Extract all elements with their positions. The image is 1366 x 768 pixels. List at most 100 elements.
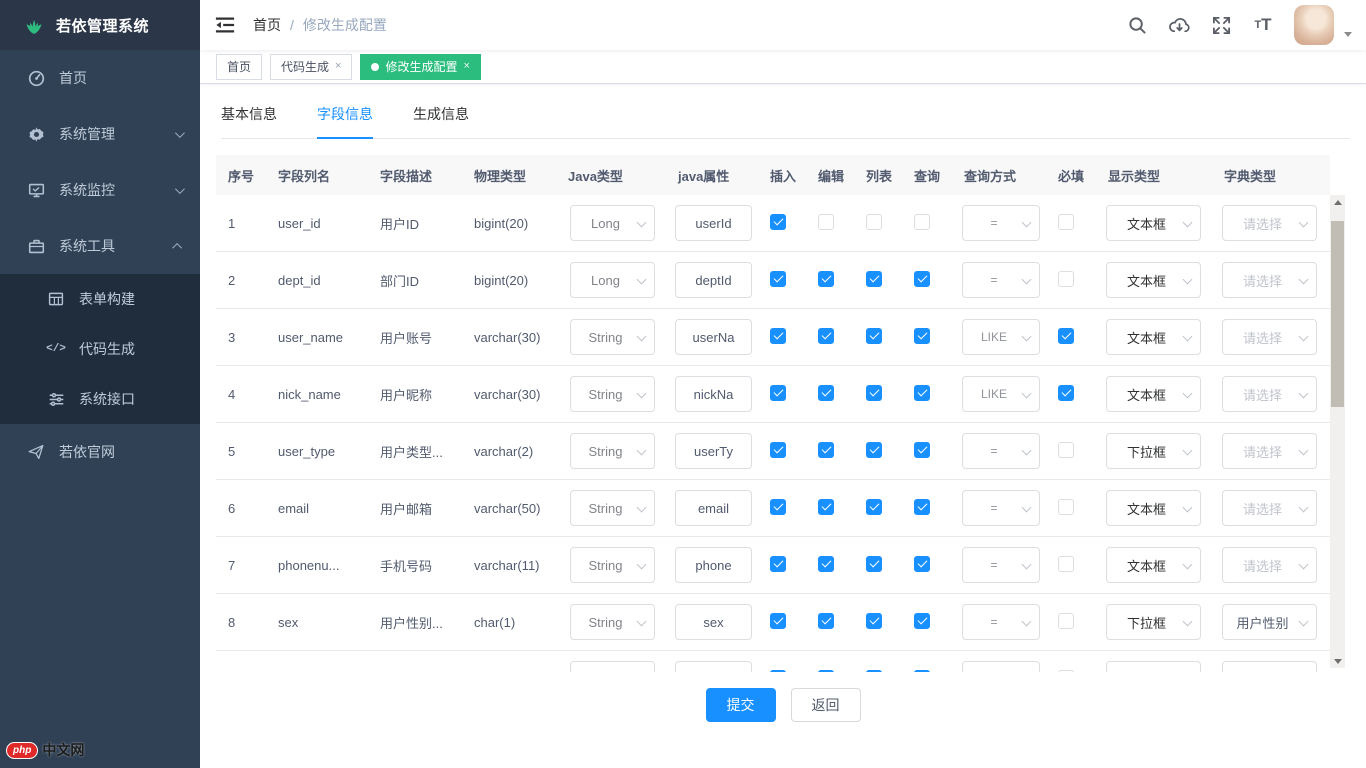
- html-type-select[interactable]: 文本框: [1106, 205, 1201, 241]
- java-field-input[interactable]: nickNa: [675, 376, 752, 412]
- java-field-input[interactable]: phone: [675, 547, 752, 583]
- sidebar-item-official-site[interactable]: 若依官网: [0, 424, 200, 480]
- dict-type-select[interactable]: [1222, 661, 1317, 672]
- sidebar-item-system-api[interactable]: 系统接口: [0, 374, 200, 424]
- java-type-select[interactable]: String: [570, 547, 655, 583]
- sidebar-item-system-monitor[interactable]: 系统监控: [0, 162, 200, 218]
- java-type-select[interactable]: String: [570, 376, 655, 412]
- required-checkbox[interactable]: [1058, 556, 1074, 572]
- java-field-input[interactable]: deptId: [675, 262, 752, 298]
- query-type-select[interactable]: [962, 661, 1040, 672]
- required-checkbox[interactable]: [1058, 442, 1074, 458]
- sidebar-item-form-builder[interactable]: 表单构建: [0, 274, 200, 324]
- required-checkbox[interactable]: [1058, 499, 1074, 515]
- edit-checkbox[interactable]: [818, 442, 834, 458]
- html-type-select[interactable]: 文本框: [1106, 547, 1201, 583]
- insert-checkbox[interactable]: [770, 271, 786, 287]
- list-checkbox[interactable]: [866, 613, 882, 629]
- html-type-select[interactable]: 文本框: [1106, 490, 1201, 526]
- insert-checkbox[interactable]: [770, 328, 786, 344]
- edit-checkbox[interactable]: [818, 499, 834, 515]
- search-icon[interactable]: [1120, 5, 1154, 45]
- html-type-select[interactable]: 文本框: [1106, 262, 1201, 298]
- dict-type-select[interactable]: 请选择: [1222, 490, 1317, 526]
- tag-edit-gen-config[interactable]: 修改生成配置 ×: [360, 54, 480, 80]
- list-checkbox[interactable]: [866, 271, 882, 287]
- query-type-select[interactable]: =: [962, 490, 1040, 526]
- java-field-input[interactable]: userNa: [675, 319, 752, 355]
- edit-checkbox[interactable]: [818, 613, 834, 629]
- html-type-select[interactable]: 下拉框: [1106, 604, 1201, 640]
- list-checkbox[interactable]: [866, 214, 882, 230]
- submit-button[interactable]: 提交: [706, 688, 776, 722]
- query-checkbox[interactable]: [914, 328, 930, 344]
- tag-code-generate[interactable]: 代码生成 ×: [270, 54, 352, 80]
- java-type-select[interactable]: Long: [570, 262, 655, 298]
- tab-field-info[interactable]: 字段信息: [317, 104, 373, 138]
- insert-checkbox[interactable]: [770, 670, 786, 673]
- edit-checkbox[interactable]: [818, 328, 834, 344]
- edit-checkbox[interactable]: [818, 214, 834, 230]
- list-checkbox[interactable]: [866, 385, 882, 401]
- insert-checkbox[interactable]: [770, 385, 786, 401]
- tab-basic-info[interactable]: 基本信息: [221, 104, 277, 138]
- query-type-select[interactable]: LIKE: [962, 376, 1040, 412]
- breadcrumb-home[interactable]: 首页: [253, 15, 281, 35]
- query-type-select[interactable]: =: [962, 433, 1040, 469]
- sidebar-item-system-manage[interactable]: 系统管理: [0, 106, 200, 162]
- required-checkbox[interactable]: [1058, 670, 1074, 673]
- query-type-select[interactable]: =: [962, 205, 1040, 241]
- list-checkbox[interactable]: [866, 670, 882, 673]
- query-checkbox[interactable]: [914, 271, 930, 287]
- java-type-select[interactable]: [570, 661, 655, 672]
- tag-home[interactable]: 首页: [216, 54, 262, 80]
- required-checkbox[interactable]: [1058, 328, 1074, 344]
- insert-checkbox[interactable]: [770, 214, 786, 230]
- html-type-select[interactable]: 文本框: [1106, 376, 1201, 412]
- required-checkbox[interactable]: [1058, 271, 1074, 287]
- list-checkbox[interactable]: [866, 442, 882, 458]
- insert-checkbox[interactable]: [770, 556, 786, 572]
- dict-type-select[interactable]: 用户性别: [1222, 604, 1317, 640]
- java-type-select[interactable]: String: [570, 604, 655, 640]
- query-checkbox[interactable]: [914, 385, 930, 401]
- html-type-select[interactable]: [1106, 661, 1201, 672]
- edit-checkbox[interactable]: [818, 670, 834, 673]
- java-field-input[interactable]: userId: [675, 205, 752, 241]
- required-checkbox[interactable]: [1058, 214, 1074, 230]
- html-type-select[interactable]: 下拉框: [1106, 433, 1201, 469]
- required-checkbox[interactable]: [1058, 613, 1074, 629]
- insert-checkbox[interactable]: [770, 442, 786, 458]
- query-checkbox[interactable]: [914, 556, 930, 572]
- list-checkbox[interactable]: [866, 499, 882, 515]
- dict-type-select[interactable]: 请选择: [1222, 433, 1317, 469]
- edit-checkbox[interactable]: [818, 385, 834, 401]
- java-type-select[interactable]: Long: [570, 205, 655, 241]
- scrollbar-thumb[interactable]: [1331, 221, 1344, 407]
- app-logo[interactable]: 若依管理系统: [0, 0, 200, 50]
- java-type-select[interactable]: String: [570, 433, 655, 469]
- insert-checkbox[interactable]: [770, 499, 786, 515]
- avatar[interactable]: [1294, 5, 1334, 45]
- dict-type-select[interactable]: 请选择: [1222, 376, 1317, 412]
- query-type-select[interactable]: =: [962, 604, 1040, 640]
- sidebar-item-code-generate[interactable]: </> 代码生成: [0, 324, 200, 374]
- sidebar-item-home[interactable]: 首页: [0, 50, 200, 106]
- query-checkbox[interactable]: [914, 613, 930, 629]
- required-checkbox[interactable]: [1058, 385, 1074, 401]
- insert-checkbox[interactable]: [770, 613, 786, 629]
- query-checkbox[interactable]: [914, 214, 930, 230]
- tab-gen-info[interactable]: 生成信息: [413, 104, 469, 138]
- scroll-up-icon[interactable]: [1330, 195, 1345, 209]
- scroll-down-icon[interactable]: [1330, 654, 1345, 668]
- query-type-select[interactable]: =: [962, 262, 1040, 298]
- font-size-icon[interactable]: TT: [1246, 5, 1280, 45]
- close-icon[interactable]: ×: [463, 61, 469, 72]
- dict-type-select[interactable]: 请选择: [1222, 319, 1317, 355]
- dict-type-select[interactable]: 请选择: [1222, 205, 1317, 241]
- fullscreen-icon[interactable]: [1204, 5, 1238, 45]
- java-field-input[interactable]: userTy: [675, 433, 752, 469]
- java-field-input[interactable]: [675, 661, 752, 672]
- html-type-select[interactable]: 文本框: [1106, 319, 1201, 355]
- java-field-input[interactable]: sex: [675, 604, 752, 640]
